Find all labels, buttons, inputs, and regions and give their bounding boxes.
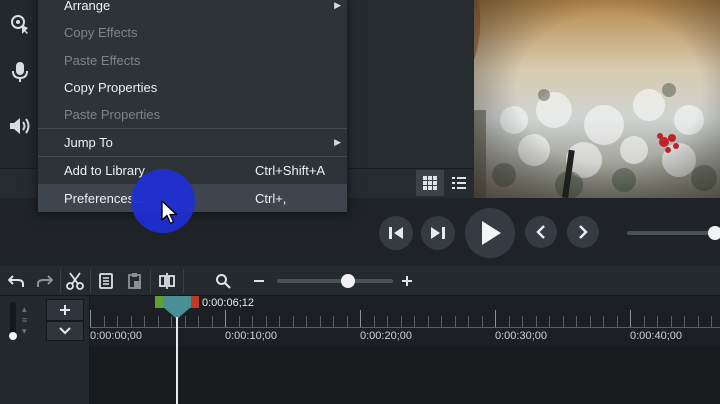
cursor-effects-icon[interactable]: [8, 12, 32, 36]
menu-item-label: Paste Effects: [64, 52, 141, 68]
camtasia-window: ▴ ≡ ▾ 0:00:00;00 0:00:10;00 0:00:20;00 0:0…: [0, 0, 720, 404]
previous-marker-button[interactable]: [525, 216, 557, 248]
mouse-pointer-icon: [161, 200, 178, 225]
ruler-label: 0:00:20;00: [360, 330, 412, 342]
menu-item-paste-effects[interactable]: Paste Effects: [38, 46, 347, 74]
track-options-button[interactable]: [46, 321, 84, 341]
menu-item-copy-properties[interactable]: Copy Properties: [38, 73, 347, 101]
media-view-toggle: [416, 170, 474, 196]
menu-item-shortcut: Ctrl+Shift+A: [255, 162, 326, 178]
context-menu: Arrange ▶ Copy Effects Paste Effects Cop…: [37, 0, 348, 212]
redo-icon[interactable]: [33, 269, 57, 293]
microphone-icon[interactable]: [8, 60, 32, 84]
add-track-button[interactable]: [46, 299, 84, 321]
menu-item-label: Arrange: [64, 0, 111, 13]
play-button[interactable]: [465, 208, 515, 258]
zoom-search-icon[interactable]: [211, 269, 235, 293]
plus-icon: [60, 305, 70, 315]
left-tool-strip: [0, 0, 38, 168]
play-icon: [482, 221, 501, 245]
menu-item-copy-effects[interactable]: Copy Effects: [38, 18, 347, 46]
previous-frame-button[interactable]: [379, 216, 413, 250]
playhead-time: 0:00:06;12: [202, 297, 254, 309]
submenu-arrow-icon: ▶: [334, 136, 341, 147]
menu-item-paste-properties[interactable]: Paste Properties: [38, 100, 347, 128]
submenu-arrow-icon: ▶: [334, 0, 341, 10]
track-height-handle[interactable]: [9, 332, 17, 340]
menu-item-label: Jump To: [64, 134, 113, 150]
zoom-out-icon[interactable]: [247, 269, 271, 293]
zoom-in-icon[interactable]: [395, 269, 419, 293]
undo-icon[interactable]: [4, 269, 28, 293]
menu-item-jump-to[interactable]: Jump To ▶: [38, 128, 347, 156]
timeline-tracks[interactable]: [90, 346, 720, 404]
ruler-label: 0:00:10;00: [225, 330, 277, 342]
menu-item-add-to-library[interactable]: Add to Library Ctrl+Shift+A: [38, 156, 347, 184]
ruler-label: 0:00:00;00: [90, 330, 142, 342]
preview-image: [474, 0, 720, 198]
list-view-icon[interactable]: [445, 170, 473, 196]
next-marker-button[interactable]: [567, 216, 599, 248]
video-preview[interactable]: [474, 0, 720, 198]
out-point-marker[interactable]: [191, 296, 199, 308]
in-point-marker[interactable]: [155, 296, 163, 308]
grid-view-icon[interactable]: [416, 170, 444, 196]
speaker-icon[interactable]: [8, 114, 32, 138]
menu-item-arrange[interactable]: Arrange ▶: [38, 0, 347, 19]
track-controls: ▴ ≡ ▾: [0, 296, 90, 404]
chevron-right-icon: [579, 225, 588, 239]
menu-item-label: Paste Properties: [64, 106, 161, 122]
menu-item-label: Add to Library: [64, 162, 145, 178]
next-frame-button[interactable]: [421, 216, 455, 250]
zoom-slider-handle[interactable]: [341, 274, 355, 288]
chevron-down-icon: [59, 327, 71, 335]
track-height-indicator: ▴ ≡ ▾: [22, 304, 28, 336]
split-icon[interactable]: [155, 269, 179, 293]
ruler-label: 0:00:40;00: [630, 330, 682, 342]
chevron-left-icon: [536, 225, 545, 239]
menu-item-label: Copy Properties: [64, 79, 158, 95]
paste-icon[interactable]: [123, 269, 147, 293]
menu-item-label: Copy Effects: [64, 24, 138, 40]
preview-scrub-handle[interactable]: [708, 226, 720, 240]
copy-icon[interactable]: [94, 269, 118, 293]
playhead-line: [176, 317, 178, 404]
menu-item-shortcut: Ctrl+,: [255, 190, 287, 206]
step-forward-icon: [431, 227, 445, 239]
timeline-toolbar: [0, 266, 720, 296]
cut-icon[interactable]: [63, 269, 87, 293]
ruler-label: 0:00:30;00: [495, 330, 547, 342]
step-back-icon: [389, 227, 403, 239]
preview-scrub-track[interactable]: [627, 231, 720, 235]
zoom-slider-track[interactable]: [277, 279, 393, 283]
